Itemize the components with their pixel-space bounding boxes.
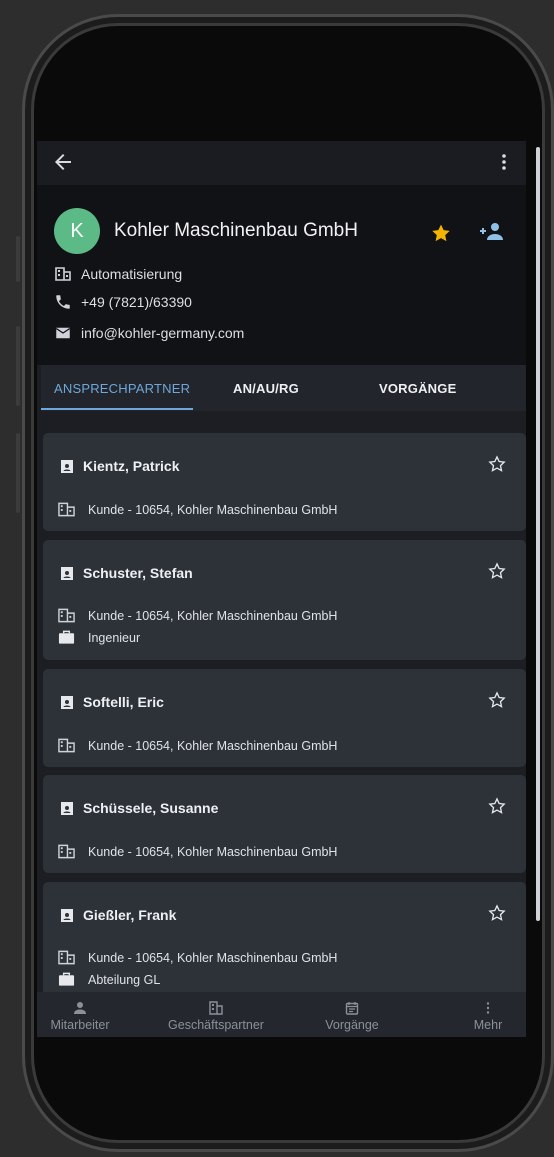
contact-name: Schüssele, Susanne	[83, 800, 219, 816]
nav-geschaeftspartner[interactable]: Geschäftspartner	[161, 992, 271, 1037]
star-outline-icon[interactable]	[487, 690, 507, 710]
nav-label: Geschäftspartner	[168, 1018, 264, 1032]
contact-role-row: Ingenieur	[58, 630, 140, 645]
star-outline-icon[interactable]	[487, 796, 507, 816]
contact-icon	[61, 460, 73, 473]
contact-company-text: Kunde - 10654, Kohler Maschinenbau GmbH	[88, 844, 338, 859]
contact-company-row: Kunde - 10654, Kohler Maschinenbau GmbH	[58, 844, 337, 859]
volume-down-button	[16, 433, 20, 513]
nav-mehr[interactable]: Mehr	[433, 992, 526, 1037]
contact-company-row: Kunde - 10654, Kohler Maschinenbau GmbH	[58, 950, 337, 965]
nav-vorgaenge[interactable]: Vorgänge	[297, 992, 407, 1037]
contact-company-text: Kunde - 10654, Kohler Maschinenbau GmbH	[88, 950, 338, 965]
contact-list: Kientz, Patrick Kunde - 10654, Kohler Ma…	[37, 411, 526, 992]
nav-label: Mehr	[473, 1018, 503, 1032]
contact-company-row: Kunde - 10654, Kohler Maschinenbau GmbH	[58, 502, 337, 517]
contact-icon	[61, 567, 73, 580]
contact-card[interactable]: Softelli, Eric Kunde - 10654, Kohler Mas…	[43, 669, 526, 767]
briefcase-icon	[58, 630, 75, 644]
nav-label: Vorgänge	[325, 1018, 379, 1032]
volume-up-button	[16, 326, 20, 406]
phone-icon	[56, 295, 70, 309]
arrow-left-icon[interactable]	[51, 150, 75, 174]
tab-vorgaenge[interactable]: VORGÄNGE	[379, 381, 456, 396]
contact-card[interactable]: Schüssele, Susanne Kunde - 10654, Kohler…	[43, 775, 526, 873]
building-icon	[58, 502, 75, 517]
more-vert-icon[interactable]	[492, 150, 516, 174]
company-avatar: K	[54, 208, 100, 254]
contact-role-row: Abteilung GL	[58, 972, 160, 987]
building-icon	[58, 608, 75, 623]
star-filled-icon[interactable]	[430, 222, 452, 244]
email-row[interactable]: info@kohler-germany.com	[54, 324, 244, 342]
mail-icon	[55, 327, 71, 339]
nav-mitarbeiter[interactable]: Mitarbeiter	[37, 992, 135, 1037]
star-outline-icon[interactable]	[487, 561, 507, 581]
company-header: K Kohler Maschinenbau GmbH Automatisieru…	[37, 185, 526, 365]
star-outline-icon[interactable]	[487, 903, 507, 923]
contact-company-text: Kunde - 10654, Kohler Maschinenbau GmbH	[88, 738, 338, 753]
contact-card[interactable]: Schuster, Stefan Kunde - 10654, Kohler M…	[43, 540, 526, 660]
tab-an-au-rg[interactable]: AN/AU/RG	[233, 381, 299, 396]
contact-company-row: Kunde - 10654, Kohler Maschinenbau GmbH	[58, 738, 337, 753]
contact-company-row: Kunde - 10654, Kohler Maschinenbau GmbH	[58, 608, 337, 623]
app-screen: K Kohler Maschinenbau GmbH Automatisieru…	[37, 141, 526, 1037]
company-name: Kohler Maschinenbau GmbH	[114, 220, 358, 241]
building-icon	[58, 738, 75, 753]
contact-name: Schuster, Stefan	[83, 565, 193, 581]
contact-company-text: Kunde - 10654, Kohler Maschinenbau GmbH	[88, 502, 338, 517]
contact-role-text: Abteilung GL	[88, 972, 161, 987]
tab-bar: ANSPRECHPARTNER AN/AU/RG VORGÄNGE	[41, 365, 526, 411]
contact-name: Gießler, Frank	[83, 907, 177, 923]
star-outline-icon[interactable]	[487, 454, 507, 474]
tab-ansprechpartner[interactable]: ANSPRECHPARTNER	[54, 381, 190, 396]
more-vert-icon	[486, 1002, 490, 1014]
email-text: info@kohler-germany.com	[81, 325, 245, 341]
contact-card[interactable]: Gießler, Frank Kunde - 10654, Kohler Mas…	[43, 882, 526, 992]
scrollbar[interactable]	[536, 147, 540, 921]
bottom-navigation: Mitarbeiter Geschäftspartner Vorgänge Me…	[37, 992, 526, 1037]
nav-label: Mitarbeiter	[50, 1018, 110, 1032]
phone-row[interactable]: +49 (7821)/63390	[54, 293, 192, 311]
industry-text: Automatisierung	[81, 266, 183, 282]
contact-icon	[61, 696, 73, 709]
contact-icon	[61, 909, 73, 922]
add-person-icon[interactable]	[479, 221, 505, 243]
contact-name: Kientz, Patrick	[83, 458, 180, 474]
phone-text: +49 (7821)/63390	[81, 294, 192, 310]
contact-role-text: Ingenieur	[88, 630, 141, 645]
building-icon	[209, 1001, 223, 1015]
contact-icon	[61, 802, 73, 815]
industry-row: Automatisierung	[54, 265, 182, 283]
silent-switch	[16, 236, 20, 282]
app-bar	[37, 141, 526, 185]
building-icon	[58, 844, 75, 859]
person-icon	[74, 1002, 86, 1014]
building-icon	[58, 950, 75, 965]
contact-card[interactable]: Kientz, Patrick Kunde - 10654, Kohler Ma…	[43, 433, 526, 531]
briefcase-icon	[58, 972, 75, 986]
contact-company-text: Kunde - 10654, Kohler Maschinenbau GmbH	[88, 608, 338, 623]
tab-indicator	[41, 408, 193, 410]
calendar-icon	[345, 1002, 359, 1015]
contact-name: Softelli, Eric	[83, 694, 164, 710]
building-icon	[55, 267, 71, 281]
